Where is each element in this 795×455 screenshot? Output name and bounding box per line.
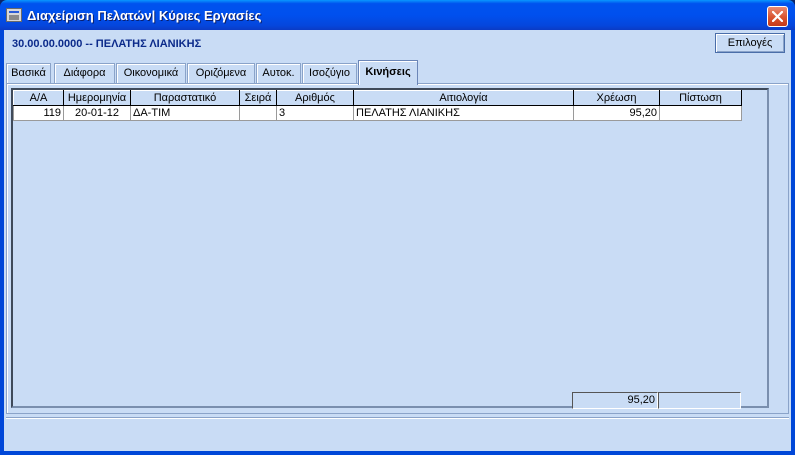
tab-misc[interactable]: Διάφορα	[54, 63, 115, 84]
app-icon	[6, 8, 22, 22]
title-bar[interactable]: Διαχείριση Πελατών| Κύριες Εργασίες	[0, 0, 795, 30]
tab-balance[interactable]: Ισοζύγιο	[302, 63, 357, 84]
cell-document[interactable]: ΔΑ-ΤΙΜ	[130, 105, 240, 121]
cell-reason[interactable]: ΠΕΛΑΤΗΣ ΛΙΑΝΙΚΗΣ	[353, 105, 574, 121]
tab-basic[interactable]: Βασικά	[6, 63, 51, 84]
cell-credit[interactable]	[659, 105, 742, 121]
tab-strip: Βασικά Διάφορα Οικονομικά Οριζόμενα Αυτο…	[4, 60, 791, 85]
column-header[interactable]: Παραστατικό	[130, 90, 240, 106]
column-header[interactable]: Πίστωση	[659, 90, 742, 106]
close-button[interactable]	[767, 6, 788, 27]
customer-heading: 30.00.00.0000 -- ΠΕΛΑΤΗΣ ΛΙΑΝΙΚΗΣ	[12, 38, 202, 50]
column-header[interactable]: Χρέωση	[573, 90, 660, 106]
total-debit: 95,20	[572, 392, 658, 409]
movements-grid: Α/Α Ημερομηνία Παραστατικό Σειρά Αριθμός…	[11, 88, 769, 408]
cell-date[interactable]: 20-01-12	[63, 105, 131, 121]
cell-debit[interactable]: 95,20	[573, 105, 660, 121]
status-bar	[6, 417, 789, 449]
column-header[interactable]: Αιτιολογία	[353, 90, 574, 106]
tab-movements[interactable]: Κινήσεις	[358, 60, 418, 85]
column-header[interactable]: Ημερομηνία	[63, 90, 131, 106]
movements-table: Α/Α Ημερομηνία Παραστατικό Σειρά Αριθμός…	[13, 90, 742, 121]
options-button[interactable]: Επιλογές	[715, 33, 785, 53]
tab-custom[interactable]: Οριζόμενα	[187, 63, 255, 84]
cell-series[interactable]	[239, 105, 277, 121]
tab-financial[interactable]: Οικονομικά	[116, 63, 186, 84]
total-credit	[658, 392, 741, 409]
close-icon	[772, 11, 783, 22]
table-header-row: Α/Α Ημερομηνία Παραστατικό Σειρά Αριθμός…	[13, 90, 742, 106]
window-frame-right	[791, 30, 795, 455]
column-header[interactable]: Α/Α	[13, 90, 64, 106]
window: Διαχείριση Πελατών| Κύριες Εργασίες 30.0…	[0, 0, 795, 455]
window-title: Διαχείριση Πελατών| Κύριες Εργασίες	[27, 8, 262, 23]
movements-panel: Α/Α Ημερομηνία Παραστατικό Σειρά Αριθμός…	[6, 83, 789, 414]
totals-row: 95,20	[572, 392, 741, 409]
cell-number[interactable]: 3	[276, 105, 354, 121]
client-area: 30.00.00.0000 -- ΠΕΛΑΤΗΣ ΛΙΑΝΙΚΗΣ Επιλογ…	[4, 30, 791, 451]
window-frame-bottom	[0, 451, 795, 455]
table-row[interactable]: 119 20-01-12 ΔΑ-ΤΙΜ 3 ΠΕΛΑΤΗΣ ΛΙΑΝΙΚΗΣ 9…	[13, 105, 742, 121]
tab-auto[interactable]: Αυτοκ.	[256, 63, 301, 84]
column-header[interactable]: Αριθμός	[276, 90, 354, 106]
column-header[interactable]: Σειρά	[239, 90, 277, 106]
cell-aa[interactable]: 119	[13, 105, 64, 121]
